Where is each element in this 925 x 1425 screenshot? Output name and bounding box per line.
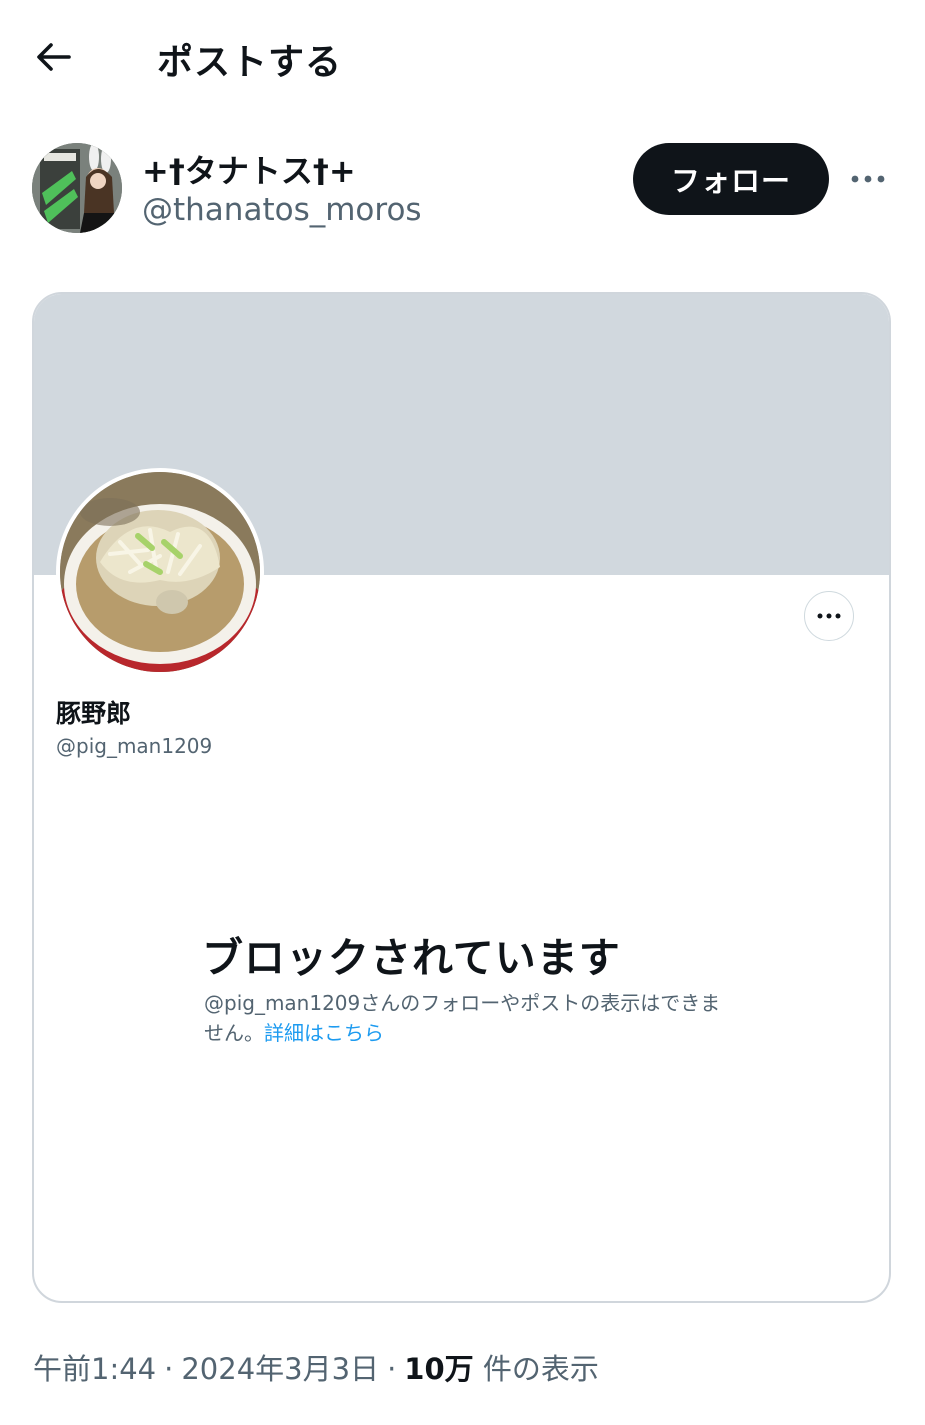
ellipsis-icon [851,175,885,183]
top-bar: ポストする [0,0,925,110]
author-handle[interactable]: @thanatos_moros [142,192,422,228]
post-metadata: 午前1:44 · 2024年3月3日 · 10万 件の表示 [33,1346,599,1388]
profile-more-button [804,591,854,641]
views-count: 10万 [404,1352,474,1386]
post-date[interactable]: 2024年3月3日 [181,1352,379,1386]
author-avatar[interactable] [32,143,122,233]
blocked-message-title: ブロックされています [202,934,621,982]
learn-more-link: 詳細はこちら [264,1021,384,1045]
separator-dot: · [164,1352,174,1386]
separator-dot: · [387,1352,397,1386]
back-button[interactable] [30,34,76,80]
blocked-user-handle: @pig_man1209 [56,734,213,758]
views-label: 件の表示 [482,1352,599,1386]
page-title: ポストする [157,42,343,83]
author-display-name[interactable]: +†タナトス†+ [142,146,356,192]
ramen-photo [60,472,260,672]
post-author: +†タナトス†+ @thanatos_moros フォロー [0,140,925,240]
post-page: ポストする +†タナトス†+ @thanatos_moros フォロー 豚野郎 … [0,0,925,1425]
follow-button[interactable]: フォロー [633,143,829,215]
post-media-image[interactable]: 豚野郎 @pig_man1209 ブロックされています @pig_man1209… [32,292,891,1303]
blocked-user-display-name: 豚野郎 [56,699,132,728]
post-time[interactable]: 午前1:44 [33,1352,156,1386]
arrow-left-icon [37,43,71,71]
avatar-illustration [32,143,122,233]
more-options-button[interactable] [846,162,890,196]
blocked-message-description: @pig_man1209さんのフォローやポストの表示はできません。詳細はこちら [204,988,734,1048]
blocked-user-avatar [56,468,264,676]
ellipsis-icon [817,613,841,619]
